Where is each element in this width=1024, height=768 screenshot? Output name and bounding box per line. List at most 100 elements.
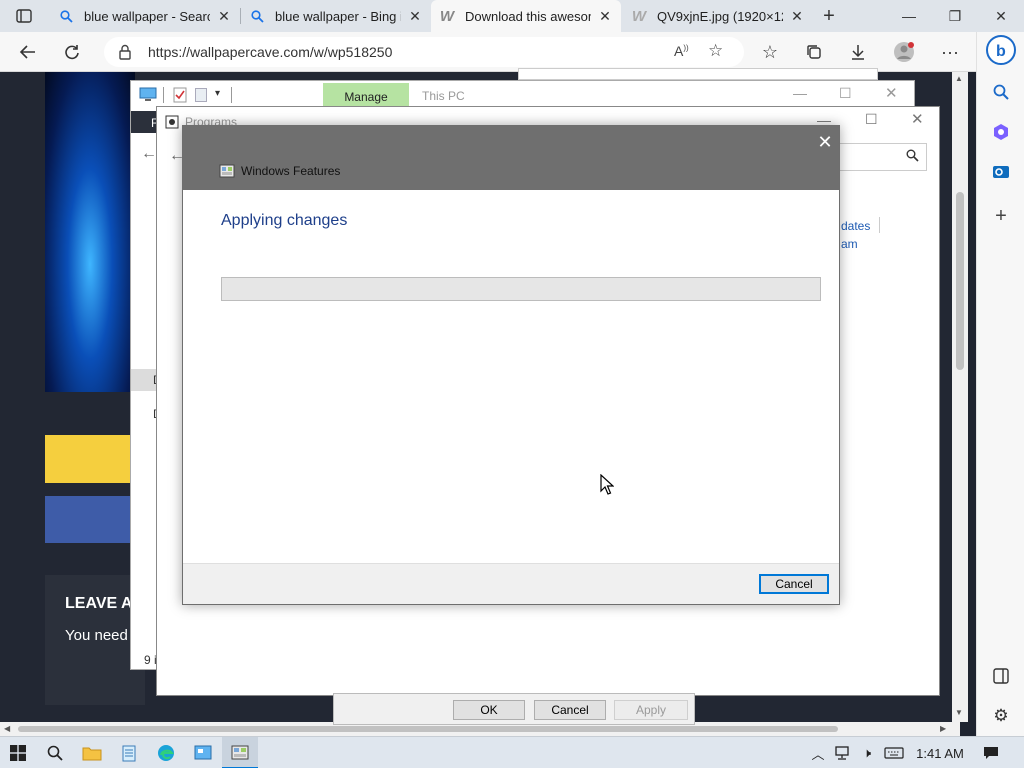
notepad-icon[interactable]: [111, 737, 147, 768]
new-tab-button[interactable]: +: [815, 4, 843, 28]
profile-avatar[interactable]: [888, 36, 920, 68]
clock[interactable]: 1:41 AM: [912, 737, 968, 768]
program-link[interactable]: am: [841, 237, 858, 251]
wallpaper-preview-image[interactable]: [45, 72, 135, 392]
windows-features-taskbar-icon[interactable]: [222, 737, 258, 768]
back-button[interactable]: [12, 36, 44, 68]
refresh-button[interactable]: [56, 36, 88, 68]
download-button[interactable]: [45, 435, 135, 483]
properties-icon[interactable]: [173, 87, 187, 103]
close-button[interactable]: ✕: [885, 84, 898, 102]
new-folder-icon[interactable]: [195, 88, 207, 102]
windows-features-icon: [219, 163, 235, 179]
more-options-icon[interactable]: ···: [934, 36, 966, 68]
address-bar[interactable]: https://wallpapercave.com/w/wp518250 A))…: [104, 37, 744, 67]
browser-tab-bar: blue wallpaper - Search ✕ blue wallpaper…: [0, 0, 1024, 32]
divider: [231, 87, 232, 103]
apply-button[interactable]: Apply: [614, 700, 688, 720]
window-title: This PC: [422, 89, 465, 103]
tab-title: QV9xjnE.jpg (1920×1200): [657, 8, 783, 24]
browser-tab[interactable]: W QV9xjnE.jpg (1920×1200) ✕: [623, 0, 813, 32]
read-aloud-icon[interactable]: A)): [674, 43, 689, 59]
office-icon[interactable]: [985, 116, 1017, 148]
wallpapercave-icon: W: [439, 7, 455, 25]
add-favorite-icon[interactable]: ☆: [708, 41, 723, 61]
comment-notice: You need: [65, 627, 128, 644]
lock-icon[interactable]: [118, 44, 132, 63]
dialog-footer: Cancel: [183, 563, 839, 604]
close-icon[interactable]: ✕: [216, 8, 232, 25]
vertical-scrollbar[interactable]: [952, 72, 968, 722]
control-panel-icon: [165, 115, 179, 129]
maximize-button[interactable]: ☐: [839, 85, 852, 102]
outlook-icon[interactable]: [985, 156, 1017, 188]
search-icon[interactable]: [37, 737, 73, 768]
window-close-button[interactable]: ✕: [978, 0, 1024, 32]
chevron-up-icon[interactable]: ︿: [808, 737, 828, 768]
start-icon[interactable]: [0, 737, 36, 768]
back-arrow-icon[interactable]: ←: [141, 145, 157, 163]
search-icon[interactable]: [906, 149, 919, 165]
wallpapercave-icon: W: [631, 7, 647, 25]
background-window-edge: [518, 68, 878, 80]
close-icon[interactable]: ✕: [407, 8, 423, 25]
volume-icon[interactable]: 🕨: [856, 737, 878, 768]
cancel-button[interactable]: Cancel: [759, 574, 829, 594]
settings-gear-icon[interactable]: ⚙: [985, 700, 1017, 732]
view-updates-link[interactable]: dates: [841, 219, 870, 233]
dialog-title: Windows Features: [241, 164, 341, 178]
quick-access-dropdown-icon[interactable]: ▾: [215, 88, 220, 99]
edge-sidebar: b + ⚙: [976, 32, 1024, 736]
close-icon[interactable]: ✕: [789, 8, 805, 25]
scroll-left-icon[interactable]: ◀: [4, 724, 10, 733]
horizontal-scroll-thumb[interactable]: [18, 726, 838, 732]
item-count: 9 i: [144, 653, 157, 667]
close-button[interactable]: ✕: [911, 110, 924, 128]
favorites-icon[interactable]: ☆: [754, 36, 786, 68]
file-explorer-icon[interactable]: [74, 737, 110, 768]
bing-chat-icon[interactable]: b: [985, 34, 1017, 66]
browser-tab[interactable]: blue wallpaper - Search ✕: [50, 0, 240, 32]
divider: [163, 87, 164, 103]
status-heading: Applying changes: [221, 212, 348, 229]
minimize-button[interactable]: —: [886, 0, 932, 32]
nav-pane-item[interactable]: D: [131, 369, 162, 391]
close-button[interactable]: ✕: [811, 130, 839, 154]
scroll-up-icon[interactable]: ▲: [955, 74, 963, 83]
maximize-button[interactable]: ☐: [865, 111, 878, 128]
dialog-titlebar: ✕ Windows Features: [183, 126, 839, 190]
browser-tab-active[interactable]: W Download this awesome wallpaper ✕: [431, 0, 621, 32]
network-icon[interactable]: [832, 737, 854, 768]
downloads-icon[interactable]: [842, 36, 874, 68]
mouse-cursor-icon: [600, 473, 615, 499]
progress-bar: [221, 277, 821, 301]
hide-sidebar-icon[interactable]: [985, 660, 1017, 692]
back-arrow-icon: [19, 45, 35, 59]
divider: [879, 217, 880, 233]
properties-dialog: OK Cancel Apply: [333, 693, 695, 725]
edge-icon[interactable]: [148, 737, 184, 768]
keyboard-icon[interactable]: [880, 737, 908, 768]
control-panel-icon[interactable]: [185, 737, 221, 768]
share-button[interactable]: [45, 496, 135, 543]
refresh-icon: [65, 45, 79, 60]
close-icon[interactable]: ✕: [597, 8, 613, 25]
scroll-down-icon[interactable]: ▼: [955, 708, 963, 717]
windows-features-dialog: ✕ Windows Features Applying changes Canc…: [182, 125, 840, 605]
notifications-icon[interactable]: [976, 737, 1006, 768]
vertical-scroll-thumb[interactable]: [956, 192, 964, 370]
cancel-button[interactable]: Cancel: [534, 700, 606, 720]
taskbar: ︿ 🕨 1:41 AM: [0, 736, 1024, 768]
search-icon: [58, 8, 74, 24]
scroll-right-icon[interactable]: ▶: [940, 724, 946, 733]
add-sidebar-app-icon[interactable]: +: [985, 200, 1017, 232]
leave-comment-heading: LEAVE A: [65, 595, 133, 612]
minimize-button[interactable]: —: [793, 85, 807, 101]
ok-button[interactable]: OK: [453, 700, 525, 720]
tab-actions-icon[interactable]: [8, 4, 40, 28]
search-icon[interactable]: [985, 76, 1017, 108]
tab-title: blue wallpaper - Search: [84, 8, 210, 24]
browser-tab[interactable]: blue wallpaper - Bing images ✕: [241, 0, 431, 32]
collections-icon[interactable]: [798, 36, 830, 68]
restore-button[interactable]: ❐: [932, 0, 978, 32]
